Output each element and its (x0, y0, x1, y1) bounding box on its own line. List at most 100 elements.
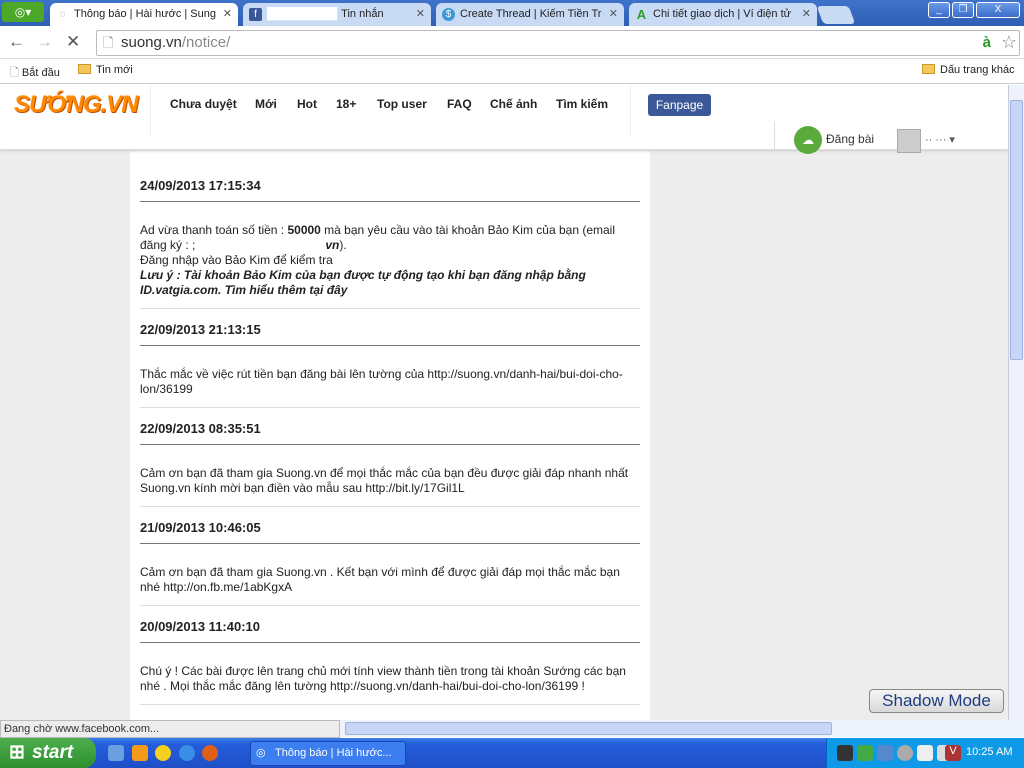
back-icon[interactable]: ← (8, 32, 25, 52)
shadow-mode-button[interactable]: Shadow Mode (869, 689, 1004, 713)
page-viewport: 24/09/2013 17:15:34 Ad vừa thanh toán số … (0, 85, 1008, 720)
network-icon[interactable] (877, 745, 893, 761)
nav-item[interactable]: Top user (377, 97, 427, 111)
close-icon[interactable]: ✕ (416, 3, 425, 25)
media-player-icon[interactable] (132, 745, 148, 761)
stop-icon[interactable]: ✕ (66, 32, 80, 52)
tab-transaction[interactable]: A Chi tiết giao dịch | Ví điện tử ✕ (629, 3, 817, 26)
divider (630, 85, 631, 135)
notice-item: 21/09/2013 10:46:05 Cảm ơn bạn đã tham gi… (140, 507, 640, 606)
notice-list: 24/09/2013 17:15:34 Ad vừa thanh toán số … (130, 151, 650, 720)
tab-title: Tin nhắn (341, 8, 384, 20)
tab-strip: ◎▾ ◌ Thông báo | Hài hước | Sung ✕ f ██████… (0, 0, 1024, 26)
nav-item[interactable]: 18+ (336, 97, 356, 111)
close-window-button[interactable]: X (976, 2, 1020, 18)
notice-text: Đăng nhập vào Bảo Kim để kiểm tra (140, 253, 333, 267)
tray-icon[interactable] (837, 745, 853, 761)
notice-text: ). (339, 238, 347, 252)
nav-item[interactable]: Mới (255, 97, 277, 111)
taskbar: ⊞ start ◎ Thông báo | Hài hước... V 10:25 … (0, 738, 1024, 768)
amount: 50000 (287, 223, 321, 237)
ie-icon[interactable] (179, 745, 195, 761)
messenger-icon[interactable] (155, 745, 171, 761)
nav-item[interactable]: FAQ (447, 97, 472, 111)
close-icon[interactable]: ✕ (802, 3, 811, 25)
notice-date: 22/09/2013 08:35:51 (140, 420, 640, 445)
task-label: Thông báo | Hài hước... (275, 747, 392, 759)
tray-icon[interactable] (897, 745, 913, 761)
avatar[interactable] (897, 129, 921, 153)
other-bookmarks[interactable]: Dấu trang khác (922, 64, 1015, 76)
notice-date: 21/09/2013 10:46:05 (140, 519, 640, 544)
start-label: start (32, 742, 74, 763)
email-suffix: vn (325, 238, 340, 252)
tab-title: Chi tiết giao dịch | Ví điện tử (653, 8, 792, 20)
close-icon[interactable]: ✕ (609, 3, 618, 25)
page-icon: 🗋 (103, 35, 114, 50)
horizontal-scroll-thumb[interactable] (345, 722, 832, 735)
notice-item: 24/09/2013 17:15:34 Ad vừa thanh toán số … (140, 151, 640, 309)
browser-toolbar: ← → ✕ 🗋 suong.vn/notice/ à ☆ (0, 26, 1024, 59)
bookmark-label: Tin mới (96, 64, 133, 76)
folder-icon (922, 64, 935, 74)
a-logo-icon: A (636, 7, 647, 22)
extension-icon[interactable]: à (983, 31, 991, 55)
nav-item[interactable]: Hot (297, 97, 317, 111)
notice-item: 22/09/2013 08:35:51 Cảm ơn bạn đã tham gi… (140, 408, 640, 507)
chrome-icon: ◎ (256, 747, 266, 759)
start-button[interactable]: ⊞ start (0, 738, 96, 768)
folder-icon (78, 64, 91, 74)
notice-item: 20/09/2013 11:40:10 Chú ý ! Các bài được … (140, 606, 640, 705)
clock: 10:25 AM (966, 746, 1013, 758)
notice-body: Cảm ơn bạn đã tham gia Suong.vn . Kết bạ… (140, 565, 620, 594)
tab-facebook[interactable]: f █████████ Tin nhắn ✕ (243, 3, 431, 26)
notice-date: 24/09/2013 17:15:34 (140, 177, 640, 202)
close-icon[interactable]: ✕ (223, 3, 232, 25)
star-icon[interactable]: ☆ (1001, 30, 1017, 54)
notice-date: 22/09/2013 21:13:15 (140, 321, 640, 346)
post-button[interactable]: ☁ Đăng bài (794, 125, 874, 154)
notice-body: Ad vừa thanh toán số tiền : 50000 mà bạn… (140, 223, 640, 298)
bookmark-start[interactable]: 🗋 Bắt đầu (10, 64, 60, 83)
restore-button[interactable]: ❐ (952, 2, 974, 18)
new-tab-button[interactable] (816, 6, 856, 24)
divider (150, 85, 151, 135)
address-bar[interactable]: 🗋 suong.vn/notice/ à ☆ (96, 30, 1020, 56)
tab-create-thread[interactable]: $ Create Thread | Kiếm Tiền Tr ✕ (436, 3, 624, 26)
taskbar-item-chrome[interactable]: ◎ Thông báo | Hài hước... (250, 741, 406, 766)
tab-title: Thông báo | Hài hước | Sung (74, 8, 216, 20)
bookmark-news[interactable]: Tin mới (78, 64, 133, 76)
vertical-scroll-thumb[interactable] (1010, 100, 1023, 360)
firefox-icon[interactable] (202, 745, 218, 761)
nav-item[interactable]: Chế ảnh (490, 97, 537, 111)
notice-text: Ad vừa thanh toán số tiền : (140, 223, 288, 237)
tab-title: Create Thread | Kiếm Tiền Tr (460, 8, 602, 20)
fanpage-button[interactable]: Fanpage (648, 94, 711, 116)
unikey-icon[interactable]: V (945, 745, 961, 761)
notice-date: 20/09/2013 11:40:10 (140, 618, 640, 643)
site-header: SƯỚNG.VN Chưa duyệt Mới Hot 18+ Top user FAQ C… (0, 85, 1008, 154)
ql-icon[interactable] (108, 745, 124, 761)
notice-item: 20/09/2013 08:32:03 (140, 705, 640, 720)
nav-item[interactable]: Tìm kiếm (556, 97, 608, 111)
chrome-menu-button[interactable]: ◎▾ (2, 2, 44, 22)
notice-note: Lưu ý : Tài khoản Bảo Kim của bạn được t… (140, 268, 586, 297)
tray-icon[interactable] (917, 745, 933, 761)
windows-logo-icon: ⊞ (9, 742, 25, 763)
post-label: Đăng bài (826, 132, 875, 146)
forward-icon[interactable]: → (36, 32, 53, 52)
site-logo[interactable]: SƯỚNG.VN (14, 91, 139, 119)
nav-item[interactable]: Chưa duyệt (170, 97, 237, 111)
minimize-button[interactable]: _ (928, 2, 950, 18)
url-domain: suong.vn (121, 34, 182, 51)
cloud-upload-icon: ☁ (794, 125, 822, 154)
page-icon: 🗋 (10, 67, 22, 79)
tray-icon[interactable] (857, 745, 873, 761)
bookmark-label: Bắt đầu (21, 67, 60, 79)
notice-body: Chú ý ! Các bài được lên trang chủ mới t… (140, 664, 626, 693)
user-menu-chevron-icon[interactable]: ·· ··· ▾ (925, 133, 955, 146)
notice-body: Thắc mắc về việc rút tiền bạn đăng bài l… (140, 367, 623, 396)
tab-suong[interactable]: ◌ Thông báo | Hài hước | Sung ✕ (50, 3, 238, 26)
status-bubble: Đang chờ www.facebook.com... (0, 720, 340, 738)
divider (774, 121, 775, 151)
